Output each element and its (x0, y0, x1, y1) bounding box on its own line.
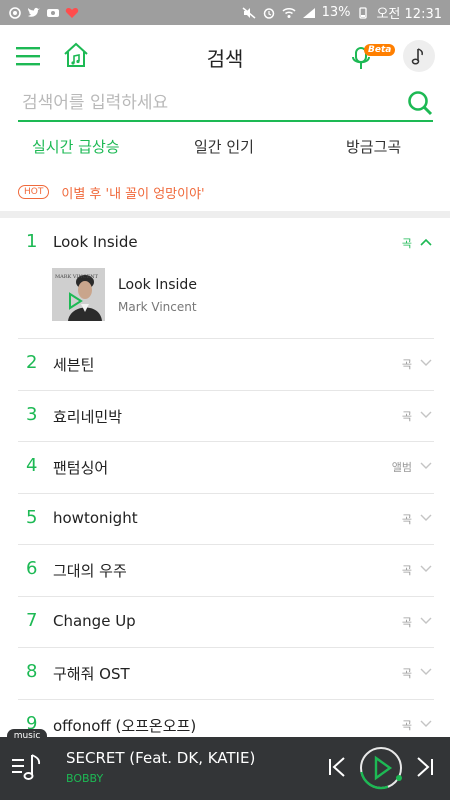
search-screen: 13% 오전 12:31 검색 Beta 검색어를 입력하세요 실시간 급상승 … (0, 0, 450, 800)
keyword-title: Change Up (53, 611, 136, 630)
keyword-type: 곡 (401, 718, 412, 732)
hot-keyword-text: 이별 후 '내 꼴이 엉망이야' (61, 186, 205, 202)
wifi-icon (282, 7, 296, 19)
rank-number: 1 (26, 231, 38, 252)
hot-badge: HOT (18, 185, 50, 199)
chevron-down-icon[interactable] (420, 411, 432, 419)
playlist-icon[interactable] (10, 749, 46, 785)
keyword-title: howtonight (53, 508, 138, 527)
rank-number: 6 (26, 558, 38, 579)
menu-icon[interactable] (16, 45, 40, 67)
song-card[interactable]: MARK VINCENT Look Inside Mark Vincent (52, 268, 382, 323)
tab-daily-popular[interactable]: 일간 인기 (194, 136, 254, 157)
keyword-title: offonoff (오프온오프) (53, 716, 197, 735)
tab-just-that-song[interactable]: 방금그곡 (346, 136, 401, 157)
song-artist: Mark Vincent (118, 300, 197, 314)
alarm-icon (262, 7, 276, 19)
list-item[interactable]: 7 Change Up 곡 (18, 597, 434, 648)
voice-search-button[interactable]: Beta (350, 42, 396, 72)
twitter-icon (27, 7, 41, 19)
chevron-up-icon[interactable] (420, 238, 432, 246)
battery-icon (356, 6, 370, 19)
list-item[interactable]: 2 세븐틴 곡 (18, 339, 434, 391)
keyword-type: 곡 (401, 358, 412, 371)
rank-number: 2 (26, 352, 38, 373)
list-item[interactable]: 6 그대의 우주 곡 (18, 545, 434, 597)
status-bar: 13% 오전 12:31 (0, 0, 450, 25)
chevron-down-icon[interactable] (420, 462, 432, 470)
keyword-title: 그대의 우주 (53, 562, 127, 580)
keyword-type: 곡 (401, 409, 412, 423)
chevron-down-icon[interactable] (420, 617, 432, 625)
beta-badge: Beta (364, 44, 396, 56)
rank-number: 5 (26, 506, 38, 528)
music-note-icon (411, 48, 423, 65)
keyword-title: 구해줘 OST (53, 665, 130, 683)
rank-number: 8 (26, 661, 38, 682)
mute-icon (242, 6, 256, 19)
keyword-type: 곡 (401, 615, 412, 629)
signal-icon (302, 7, 316, 19)
album-art-caption: MARK VINCENT (55, 274, 99, 280)
rank-number: 4 (26, 455, 38, 476)
play-icon[interactable] (358, 745, 404, 791)
list-item[interactable]: 8 구해줘 OST 곡 (18, 648, 434, 700)
keyword-title: 팬텀싱어 (53, 459, 109, 477)
album-art[interactable]: MARK VINCENT (52, 268, 105, 321)
ranking-list: 1 Look Inside 곡 MARK VINCENT Look Inside… (18, 218, 434, 751)
search-bar (18, 86, 433, 122)
battery-percent: 13% (321, 5, 351, 20)
media-icon (46, 7, 60, 19)
app-header: 검색 Beta (0, 25, 450, 87)
clock: 오전 12:31 (376, 7, 442, 22)
keyword-type: 곡 (401, 237, 412, 250)
section-divider (0, 211, 450, 218)
search-input[interactable] (22, 90, 392, 116)
keyword-type: 앨범 (391, 461, 412, 474)
home-icon[interactable] (62, 41, 90, 69)
search-icon[interactable] (407, 90, 433, 116)
keyword-title: Look Inside (53, 233, 138, 251)
keyword-type: 곡 (401, 512, 412, 526)
rank-number: 3 (26, 403, 38, 425)
heart-icon (65, 7, 79, 19)
tab-realtime-rising[interactable]: 실시간 급상승 (32, 136, 120, 157)
list-item[interactable]: 5 howtonight 곡 (18, 494, 434, 545)
music-tab-label: music (7, 729, 47, 743)
keyword-type: 곡 (401, 564, 412, 577)
song-title: Look Inside (118, 277, 197, 293)
next-icon[interactable] (414, 755, 436, 779)
chevron-down-icon[interactable] (420, 668, 432, 676)
app-notification-icon (8, 6, 22, 19)
list-item[interactable]: 1 Look Inside 곡 MARK VINCENT Look Inside… (18, 218, 434, 339)
rank-number: 7 (26, 609, 38, 631)
chevron-down-icon[interactable] (420, 359, 432, 367)
now-playing-title: SECRET (Feat. DK, KATIE) (66, 749, 256, 767)
keyword-title: 세븐틴 (53, 356, 95, 374)
list-item[interactable]: 3 효리네민박 곡 (18, 391, 434, 442)
mini-player[interactable]: music SECRET (Feat. DK, KATIE) BOBBY (0, 729, 450, 800)
now-playing-artist: BOBBY (66, 772, 104, 785)
keyword-title: 효리네민박 (53, 407, 123, 426)
chevron-down-icon[interactable] (420, 565, 432, 573)
keyword-type: 곡 (401, 667, 412, 680)
music-note-button[interactable] (403, 40, 435, 72)
list-item[interactable]: 4 팬텀싱어 앨범 (18, 442, 434, 494)
chevron-down-icon[interactable] (420, 514, 432, 522)
previous-icon[interactable] (326, 755, 348, 779)
hot-keyword[interactable]: HOT 이별 후 '내 꼴이 엉망이야' (18, 181, 205, 203)
chart-tabs: 실시간 급상승 일간 인기 방금그곡 (0, 128, 450, 166)
chevron-down-icon[interactable] (420, 720, 432, 728)
